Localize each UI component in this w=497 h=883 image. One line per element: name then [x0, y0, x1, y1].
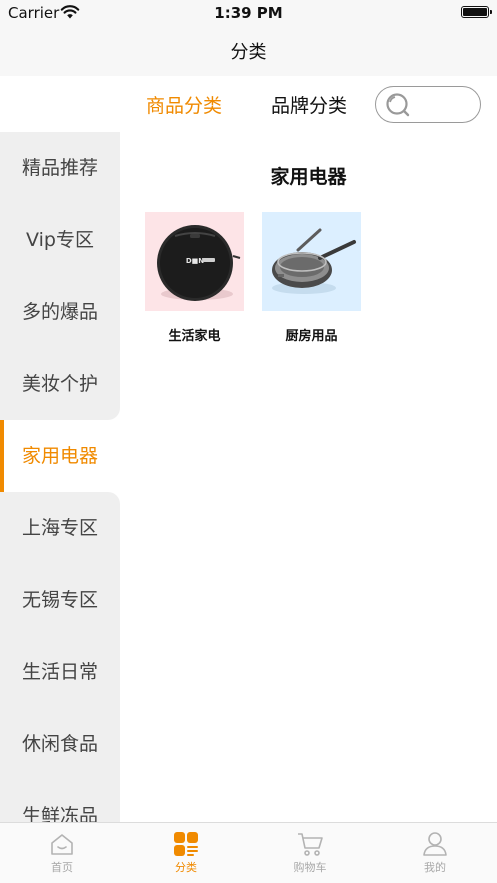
sidebar-item-vip[interactable]: Vip专区: [0, 204, 120, 276]
subcategory-kitchen[interactable]: 厨房用品: [262, 212, 361, 344]
cart-icon: [298, 833, 323, 856]
sidebar-item-daily[interactable]: 生活日常: [0, 636, 120, 708]
profile-icon: [423, 832, 447, 856]
tab-home[interactable]: 首页: [0, 823, 124, 883]
sidebar-item-appliances[interactable]: 家用电器: [0, 420, 120, 492]
tab-cart-label: 购物车: [293, 861, 327, 874]
tab-category[interactable]: 分类: [124, 823, 248, 883]
sidebar-item-wuxi[interactable]: 无锡专区: [0, 564, 120, 636]
category-type-tabs: 商品分类 品牌分类: [0, 76, 497, 132]
sidebar-item-snacks[interactable]: 休闲食品: [0, 708, 120, 780]
sidebar-item-beauty[interactable]: 美妆个护: [0, 348, 120, 420]
section-title: 家用电器: [270, 166, 347, 188]
navigation-bar: 分类: [0, 26, 497, 76]
category-icon: [174, 832, 198, 856]
category-sidebar: 精品推荐 Vip专区 多的爆品 美妆个护 家用电器 上海专区 无锡专区 生活日常…: [0, 132, 120, 822]
tab-profile[interactable]: 我的: [373, 823, 497, 883]
search-icon: [386, 93, 410, 117]
bottom-tab-bar: 首页 分类 购物车 我的: [0, 822, 497, 883]
sidebar-item-featured[interactable]: 精品推荐: [0, 132, 120, 204]
tab-home-label: 首页: [51, 861, 73, 874]
subcategory-label: 生活家电: [168, 329, 221, 344]
tab-goods-category[interactable]: 商品分类: [146, 91, 222, 118]
tab-brand-category[interactable]: 品牌分类: [271, 91, 347, 118]
sidebar-item-fresh[interactable]: 生鲜冻品: [0, 780, 120, 822]
status-bar: Carrier 1:39 PM: [0, 0, 497, 26]
battery-icon: [461, 6, 492, 18]
category-content: 家用电器 D■N 生活家电 厨房用品: [120, 132, 497, 822]
sidebar-item-hot[interactable]: 多的爆品: [0, 276, 120, 348]
tab-category-label: 分类: [175, 861, 197, 874]
sidebar-item-shanghai[interactable]: 上海专区: [0, 492, 120, 564]
status-time: 1:39 PM: [214, 4, 283, 22]
svg-text:D■N: D■N: [186, 257, 204, 265]
tab-profile-label: 我的: [424, 861, 446, 874]
subcategory-label: 厨房用品: [285, 329, 338, 344]
page-title: 分类: [230, 42, 267, 63]
search-button[interactable]: [375, 86, 481, 123]
tab-cart[interactable]: 购物车: [248, 823, 372, 883]
subcategory-home-appliances[interactable]: D■N 生活家电: [145, 212, 244, 344]
home-icon: [51, 834, 73, 855]
robot-vacuum-image: D■N: [145, 212, 244, 311]
frying-pan-image: [262, 212, 361, 311]
